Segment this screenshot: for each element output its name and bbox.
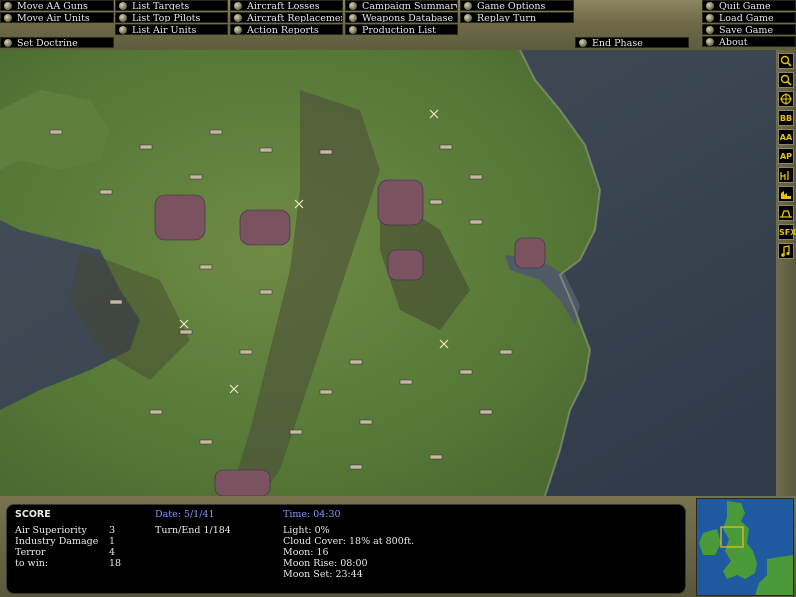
city-6: [214, 469, 271, 496]
button-knob-icon: [4, 14, 12, 22]
campaign-summary-button[interactable]: Campaign Summary: [345, 0, 458, 11]
moon-rise-readout: Moon Rise: 08:00: [283, 558, 368, 569]
list-top-pilots-button[interactable]: List Top Pilots: [115, 12, 228, 23]
time-readout: Time: 04:30: [283, 509, 341, 520]
quit-game-button[interactable]: Quit Game: [702, 0, 796, 11]
game-options-button[interactable]: Game Options: [460, 0, 574, 11]
city-4: [387, 249, 424, 281]
button-knob-icon: [706, 26, 714, 34]
set-doctrine-button[interactable]: Set Doctrine: [0, 37, 114, 48]
turn-readout: Turn/End 1/184: [155, 525, 231, 536]
weapons-database-button[interactable]: Weapons Database: [345, 12, 458, 23]
button-knob-icon: [349, 2, 357, 10]
move-aa-guns-button[interactable]: Move AA Guns: [0, 0, 114, 11]
button-knob-icon: [119, 2, 127, 10]
sfx-toggle-button[interactable]: SFX: [778, 224, 796, 240]
about-button[interactable]: About: [702, 36, 796, 47]
action-reports-button[interactable]: Action Reports: [230, 24, 343, 35]
crosshair-icon[interactable]: [778, 91, 794, 107]
button-knob-icon: [349, 14, 357, 22]
score-row-label: Terror: [15, 547, 46, 558]
end-phase-button[interactable]: End Phase: [575, 37, 689, 48]
button-knob-icon: [464, 2, 472, 10]
list-targets-button[interactable]: List Targets: [115, 0, 228, 11]
campaign-map[interactable]: [0, 50, 776, 496]
city-5: [514, 237, 546, 269]
button-knob-icon: [234, 26, 242, 34]
score-title: SCORE: [15, 509, 51, 520]
production-list-button[interactable]: Production List: [345, 24, 458, 35]
save-game-button[interactable]: Save Game: [702, 24, 796, 35]
zoom-in-icon[interactable]: [778, 53, 794, 69]
button-knob-icon: [234, 14, 242, 22]
map-tool-column: BB AA AP SFX: [776, 50, 796, 496]
replay-turn-button[interactable]: Replay Turn: [460, 12, 574, 23]
radar-icon[interactable]: [778, 167, 794, 183]
button-knob-icon: [4, 39, 12, 47]
score-panel: SCORE Air Superiority 3 Industry Damage …: [6, 504, 686, 594]
command-bar: Move AA Guns Move Air Units Set Doctrine…: [0, 0, 796, 50]
button-knob-icon: [706, 14, 714, 22]
ap-toggle-button[interactable]: AP: [778, 148, 794, 164]
button-knob-icon: [349, 26, 357, 34]
score-row-value: 4: [109, 547, 116, 558]
score-row-label: to win:: [15, 558, 49, 569]
score-row-value: 18: [109, 558, 122, 569]
music-note-icon[interactable]: [778, 243, 794, 259]
score-row-label: Industry Damage: [15, 536, 99, 547]
city-3: [377, 179, 424, 226]
bb-toggle-button[interactable]: BB: [778, 110, 794, 126]
aircraft-losses-button[interactable]: Aircraft Losses: [230, 0, 343, 11]
factory-icon[interactable]: [778, 186, 794, 202]
aa-toggle-button[interactable]: AA: [778, 129, 794, 145]
score-row-label: Air Superiority: [15, 525, 87, 536]
airfield-icon[interactable]: [778, 205, 794, 221]
zoom-out-icon[interactable]: [778, 72, 794, 88]
moon-set-readout: Moon Set: 23:44: [283, 569, 363, 580]
aircraft-replacements-button[interactable]: Aircraft Replacements: [230, 12, 343, 23]
city-1: [154, 194, 206, 241]
button-knob-icon: [464, 14, 472, 22]
move-air-units-button[interactable]: Move Air Units: [0, 12, 114, 23]
moon-readout: Moon: 16: [283, 547, 329, 558]
city-2: [239, 209, 291, 246]
score-row-value: 1: [109, 536, 116, 547]
minimap-drawing: [697, 499, 793, 595]
button-knob-icon: [119, 14, 127, 22]
button-knob-icon: [4, 2, 12, 10]
terrain-map: [0, 50, 776, 496]
date-readout: Date: 5/1/41: [155, 509, 215, 520]
list-air-units-button[interactable]: List Air Units: [115, 24, 228, 35]
button-knob-icon: [706, 38, 714, 46]
overview-minimap[interactable]: [696, 498, 794, 596]
button-knob-icon: [234, 2, 242, 10]
status-area: SCORE Air Superiority 3 Industry Damage …: [0, 496, 796, 597]
button-knob-icon: [579, 39, 587, 47]
score-row-value: 3: [109, 525, 116, 536]
load-game-button[interactable]: Load Game: [702, 12, 796, 23]
light-readout: Light: 0%: [283, 525, 330, 536]
button-knob-icon: [119, 26, 127, 34]
cloud-cover-readout: Cloud Cover: 18% at 800ft.: [283, 536, 415, 547]
button-knob-icon: [706, 2, 714, 10]
